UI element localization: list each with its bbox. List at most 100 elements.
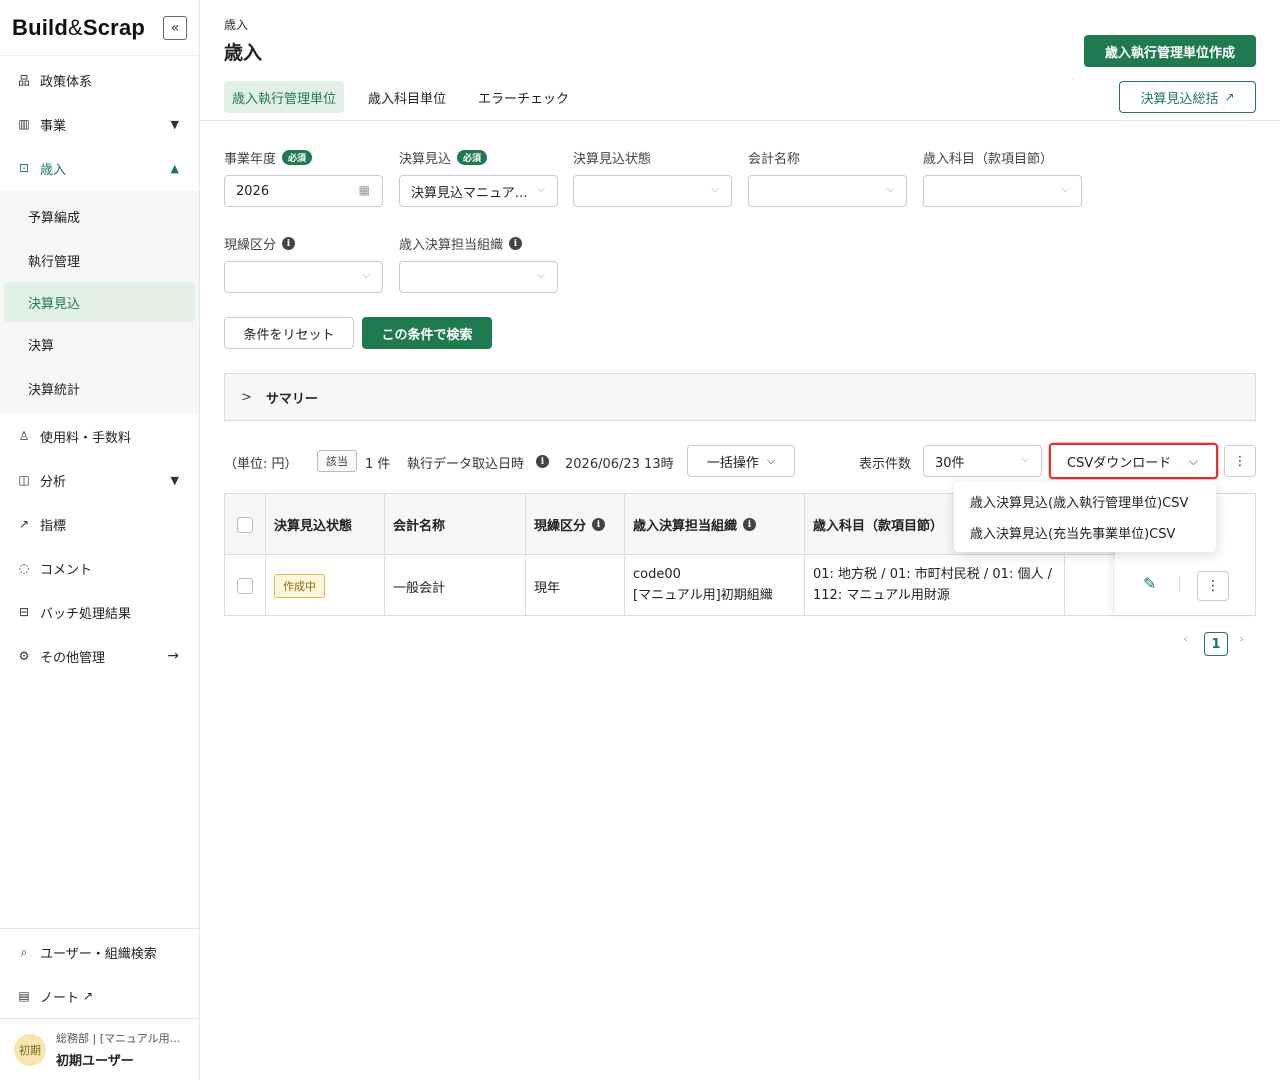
create-unit-button[interactable]: 歳入執行管理単位作成 <box>1084 35 1256 67</box>
edit-pencil-icon[interactable]: ✎ <box>1143 574 1156 593</box>
per-page-value: 30件 <box>935 455 965 471</box>
fiscal-year-label: 事業年度 必須 <box>224 148 313 167</box>
sidebar-subitem-execution[interactable]: 執行管理 <box>0 238 199 282</box>
chevron-down-icon: ⌵ <box>886 184 894 195</box>
chevron-up-icon: ▲ <box>170 161 179 175</box>
sidebar-subitem-estimate[interactable]: 決算見込 <box>4 282 195 322</box>
sidebar-subitem-statistics[interactable]: 決算統計 <box>0 366 199 410</box>
settings-icon: ⚙ <box>18 649 30 663</box>
user-name: 初期ユーザー <box>56 1054 134 1069</box>
org-label: 歳入決算担当組織 i <box>399 234 523 253</box>
toolbar-more-button[interactable]: ⋮ <box>1224 445 1256 477</box>
page-title: 歳入 <box>224 42 263 64</box>
tab-error-check[interactable]: エラーチェック <box>470 81 577 113</box>
csv-option-project-unit[interactable]: 歳入決算見込(充当先事業単位)CSV <box>954 517 1216 548</box>
estimate-summary-button[interactable]: 決算見込総括 ↗ <box>1119 81 1256 113</box>
required-badge: 必須 <box>457 150 488 165</box>
sidebar-item-label: 分析 <box>40 474 67 490</box>
tab-execution-unit[interactable]: 歳入執行管理単位 <box>224 81 345 113</box>
estimate-status-select[interactable]: ⌵ <box>573 175 732 207</box>
col-org-text: 歳入決算担当組織 <box>633 519 738 534</box>
tab-item-unit[interactable]: 歳入科目単位 <box>360 81 454 113</box>
row-checkbox[interactable] <box>237 578 253 594</box>
revenue-item-select[interactable]: ⌵ <box>923 175 1082 207</box>
user-profile[interactable]: 初期 総務部 | [マニュアル用]初期組織 初期ユーザー <box>0 1018 199 1080</box>
sidebar-item-batch[interactable]: ⊟ バッチ処理結果 <box>0 590 199 634</box>
info-icon[interactable]: i <box>743 518 757 531</box>
sidebar-item-revenue[interactable]: ⊡ 歳入 ▲ <box>0 146 199 190</box>
avatar: 初期 <box>14 1033 46 1066</box>
search-button-label: この条件で検索 <box>381 327 473 343</box>
csv-option-execution-unit[interactable]: 歳入決算見込(歳入執行管理単位)CSV <box>954 486 1216 517</box>
col-category[interactable]: 現繰区分 i <box>526 494 625 555</box>
comment-icon: ◌ <box>18 561 30 575</box>
row-more-button[interactable]: ⋮ <box>1197 571 1229 601</box>
batch-icon: ⊟ <box>18 605 30 619</box>
csv-download-button[interactable]: CSVダウンロード ⌵ <box>1049 443 1218 479</box>
estimate-label: 決算見込 必須 <box>399 148 488 167</box>
sidebar-item-projects[interactable]: ▥ 事業 ▼ <box>0 102 199 146</box>
arrow-right-icon: → <box>167 648 179 664</box>
sidebar-item-user-search[interactable]: ⌕ ユーザー・組織検索 <box>0 930 199 974</box>
sidebar-item-label: ユーザー・組織検索 <box>40 946 157 962</box>
fiscal-year-picker[interactable]: 2026 ▦ <box>224 175 383 207</box>
bulk-action-label: 一括操作 <box>706 455 759 471</box>
per-page-select[interactable]: 30件 ⌵ <box>923 445 1042 477</box>
info-icon[interactable]: i <box>282 237 296 250</box>
prev-page-button[interactable]: ‹ <box>1183 632 1188 647</box>
estimate-status-label: 決算見込状態 <box>573 152 652 167</box>
page-number-current[interactable]: 1 <box>1204 632 1228 656</box>
fee-icon: ♙ <box>18 429 30 443</box>
estimate-value: 決算見込マニュアル用 <box>411 185 531 201</box>
app-logo[interactable]: Build&Scrap <box>12 15 145 41</box>
sidebar-item-policy[interactable]: 品 政策体系 <box>0 58 199 102</box>
select-all-cell <box>225 494 266 555</box>
summary-accordion[interactable]: > サマリー <box>224 373 1256 421</box>
sidebar-item-analysis[interactable]: ◫ 分析 ▼ <box>0 458 199 502</box>
sidebar-subitem-budget[interactable]: 予算編成 <box>0 194 199 238</box>
next-page-button[interactable]: › <box>1239 632 1244 647</box>
current-category-select[interactable]: ⌵ <box>224 261 383 293</box>
sidebar-item-label: 歳入 <box>40 162 67 178</box>
item-leaf: 112: マニュアル用財源 <box>813 588 950 603</box>
sidebar-item-label: 指標 <box>40 518 67 534</box>
import-date-label: 執行データ取込日時 <box>407 457 525 472</box>
sidebar-item-other[interactable]: ⚙ その他管理 → <box>0 634 199 678</box>
item-cell: 01: 地方税 / 01: 市町村民税 / 01: 個人 / 112: マニュア… <box>805 556 1065 616</box>
current-category-label: 現繰区分 i <box>224 234 296 253</box>
sidebar-item-indicators[interactable]: ↗ 指標 <box>0 502 199 546</box>
info-icon[interactable]: i <box>592 518 606 531</box>
info-icon[interactable]: i <box>536 455 549 468</box>
csv-download-label: CSVダウンロード <box>1067 455 1172 471</box>
sidebar-subitem-settlement[interactable]: 決算 <box>0 322 199 366</box>
estimate-label-text: 決算見込 <box>399 152 452 167</box>
trend-icon: ↗ <box>18 517 30 531</box>
chevron-down-icon: ⌵ <box>537 184 545 195</box>
bulk-action-button[interactable]: 一括操作 ⌵ <box>687 445 795 477</box>
revenue-subnav: 予算編成 執行管理 決算見込 決算 決算統計 <box>0 190 199 414</box>
sidebar-item-comments[interactable]: ◌ コメント <box>0 546 199 590</box>
search-button[interactable]: この条件で検索 <box>362 317 492 349</box>
col-status[interactable]: 決算見込状態 <box>266 494 385 555</box>
account-cell: 一般会計 <box>385 556 526 616</box>
external-link-icon: ↗ <box>1224 90 1235 104</box>
col-account[interactable]: 会計名称 <box>385 494 526 555</box>
col-org[interactable]: 歳入決算担当組織 i <box>625 494 805 555</box>
account-name-select[interactable]: ⌵ <box>748 175 907 207</box>
collapse-sidebar-button[interactable]: « <box>163 16 187 40</box>
breadcrumb[interactable]: 歳入 <box>224 16 248 33</box>
org-select[interactable]: ⌵ <box>399 261 558 293</box>
select-all-checkbox[interactable] <box>237 516 253 533</box>
status-cell: 作成中 <box>266 556 385 616</box>
hit-count: 1 件 <box>365 457 391 472</box>
more-vertical-icon: ⋮ <box>1206 578 1220 594</box>
summary-label: サマリー <box>265 391 318 407</box>
org-cell: code00 [マニュアル用]初期組織 <box>625 556 805 616</box>
required-badge: 必須 <box>282 150 313 165</box>
info-icon[interactable]: i <box>509 237 523 250</box>
sidebar-item-notes[interactable]: ▤ ノート ↗ <box>0 974 199 1018</box>
estimate-select[interactable]: 決算見込マニュアル用 ⌵ <box>399 175 558 207</box>
external-link-icon: ↗ <box>83 989 94 1003</box>
reset-filters-button[interactable]: 条件をリセット <box>224 317 354 349</box>
sidebar-item-fees[interactable]: ♙ 使用料・手数料 <box>0 414 199 458</box>
